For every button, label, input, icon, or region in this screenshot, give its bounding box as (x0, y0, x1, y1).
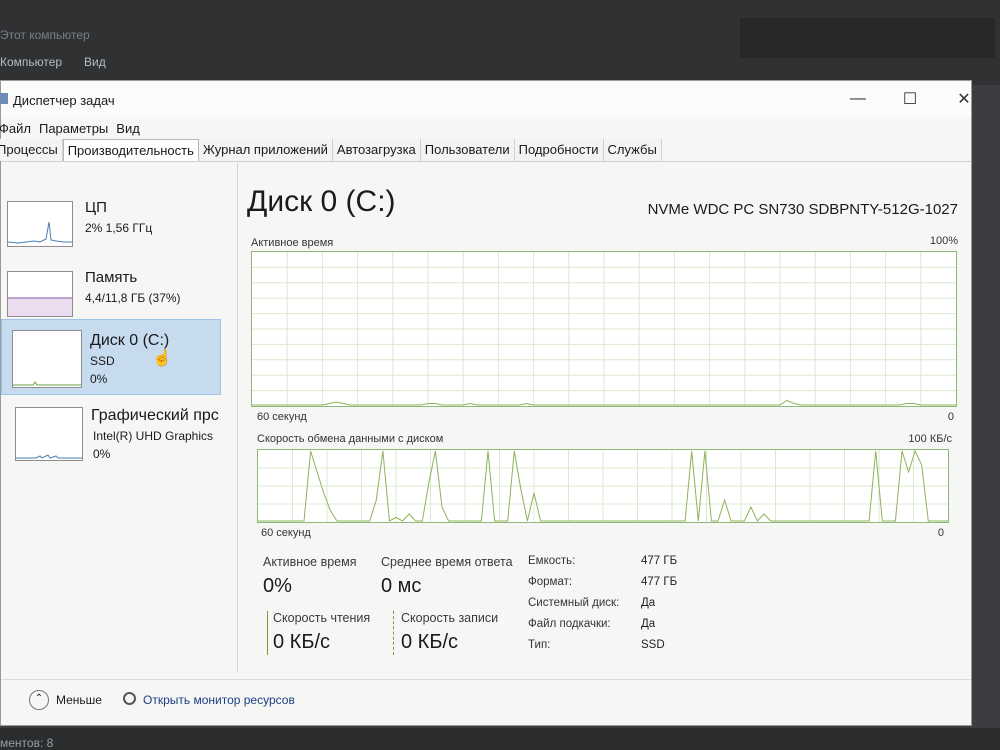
sidebar-item-disk0[interactable]: Диск 0 (C:) SSD 0% ☝ (1, 319, 221, 395)
task-manager-icon (0, 93, 8, 104)
tab-startup[interactable]: Автозагрузка (332, 139, 421, 161)
format-label: Формат: (528, 576, 573, 588)
type-label: Тип: (528, 639, 551, 651)
background-status-text: ментов: 8 (0, 736, 54, 750)
less-details-link[interactable]: Меньше (56, 693, 102, 707)
tab-performance[interactable]: Производительность (62, 139, 199, 161)
sidebar-memory-name: Память (85, 269, 138, 286)
graph-active-time-min: 0 (947, 411, 954, 423)
response-time-stat-value: 0 мс (381, 575, 422, 597)
disk-thumbnail (12, 330, 82, 388)
footer-bar: ⌃ Меньше Открыть монитор ресурсов (1, 679, 971, 726)
capacity-value: 477 ГБ (641, 555, 678, 567)
graph-transfer-duration: 60 секунд (261, 527, 311, 539)
tab-users[interactable]: Пользователи (420, 139, 515, 161)
sidebar-item-cpu[interactable]: ЦП 2% 1,56 ГГц (1, 189, 221, 263)
title-bar[interactable]: Диспетчер задач — ☐ ✕ (0, 81, 971, 117)
disk-model: NVMe WDC PC SN730 SDBPNTY-512G-1027 (647, 201, 958, 218)
background-toolbar (740, 18, 995, 58)
cpu-thumbnail (7, 201, 73, 247)
active-time-stat-label: Активное время (263, 555, 357, 569)
sidebar-cpu-name: ЦП (85, 199, 107, 216)
disk-detail-panel: Диск 0 (C:) NVMe WDC PC SN730 SDBPNTY-51… (247, 181, 962, 681)
sidebar-cpu-usage: 2% 1,56 ГГц (85, 221, 153, 235)
disk-title: Диск 0 (C:) (247, 185, 396, 218)
sidebar-gpu-model: Intel(R) UHD Graphics (93, 429, 214, 443)
memory-thumbnail (7, 271, 73, 317)
maximize-button[interactable]: ☐ (883, 81, 937, 117)
write-speed-label: Скорость записи (401, 611, 499, 625)
graph-active-time-duration: 60 секунд (257, 411, 307, 423)
graph-transfer-max: 100 КБ/с (908, 433, 952, 445)
write-speed-value: 0 КБ/с (401, 631, 459, 653)
response-time-stat-label: Среднее время ответа (381, 555, 513, 569)
graph-transfer-min: 0 (937, 527, 944, 539)
window-title: Диспетчер задач (13, 93, 115, 108)
read-speed-indicator-line (267, 611, 268, 655)
menu-options[interactable]: Параметры (35, 119, 112, 141)
mouse-cursor-icon: ☝ (152, 350, 172, 367)
chevron-up-icon[interactable]: ⌃ (29, 690, 49, 710)
active-time-stat-value: 0% (263, 575, 292, 597)
active-time-graph (251, 251, 957, 407)
menu-file[interactable]: Файл (0, 119, 35, 141)
format-value: 477 ГБ (641, 576, 678, 588)
read-speed-label: Скорость чтения (273, 611, 371, 625)
graph-active-time-label: Активное время (251, 237, 334, 249)
sidebar-gpu-name: Графический прс (91, 407, 219, 424)
task-manager-window: Диспетчер задач — ☐ ✕ Файл Параметры Вид… (0, 80, 972, 726)
menu-bar: Файл Параметры Вид (0, 119, 144, 141)
background-explorer-window: Этот компьютер Компьютер Вид (0, 0, 1000, 85)
system-disk-value: Да (641, 597, 656, 609)
system-disk-label: Системный диск: (528, 597, 620, 609)
transfer-rate-graph (257, 449, 949, 523)
sidebar-item-gpu[interactable]: Графический прс Intel(R) UHD Graphics 0% (1, 401, 237, 475)
write-speed-indicator-line (393, 611, 395, 655)
graph-active-time-max: 100% (929, 235, 958, 247)
menu-view[interactable]: Вид (112, 119, 144, 141)
gpu-thumbnail (15, 407, 83, 461)
performance-sidebar: ЦП 2% 1,56 ГГц Память 4,4/11,8 ГБ (37%) … (1, 163, 238, 673)
sidebar-memory-usage: 4,4/11,8 ГБ (37%) (85, 291, 181, 305)
sidebar-disk-type: SSD (90, 354, 115, 368)
type-value: SSD (641, 639, 665, 651)
background-menu-view: Вид (84, 55, 106, 69)
page-file-label: Файл подкачки: (528, 618, 611, 630)
read-speed-value: 0 КБ/с (273, 631, 331, 653)
tab-details[interactable]: Подробности (514, 139, 604, 161)
background-menu-computer: Компьютер (0, 55, 63, 69)
capacity-label: Емкость: (528, 555, 576, 567)
tab-app-history[interactable]: Журнал приложений (198, 139, 333, 161)
tab-services[interactable]: Службы (603, 139, 662, 161)
close-button[interactable]: ✕ (937, 81, 991, 117)
background-status-bar (0, 728, 1000, 750)
page-file-value: Да (641, 618, 656, 630)
minimize-button[interactable]: — (831, 81, 885, 117)
resource-monitor-icon (123, 692, 136, 705)
sidebar-gpu-usage: 0% (93, 447, 111, 461)
open-resource-monitor-link[interactable]: Открыть монитор ресурсов (143, 693, 295, 707)
graph-transfer-label: Скорость обмена данными с диском (257, 433, 444, 445)
tab-strip: Процессы Производительность Журнал прило… (0, 139, 971, 162)
sidebar-disk-usage: 0% (90, 372, 108, 386)
background-window-title: Этот компьютер (0, 28, 90, 42)
tab-processes[interactable]: Процессы (0, 139, 63, 161)
